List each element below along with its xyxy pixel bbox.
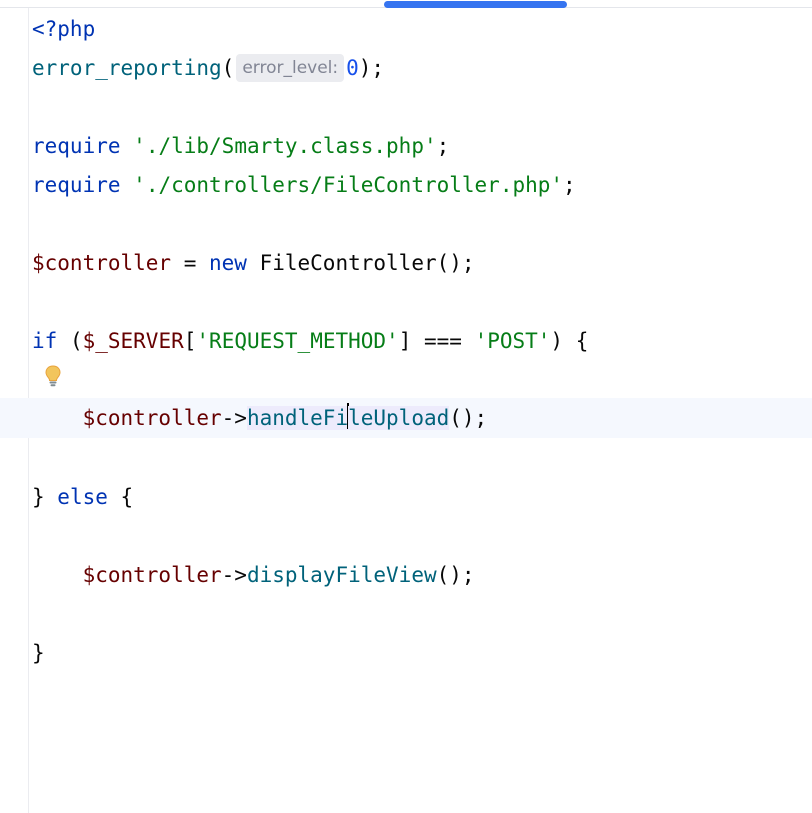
call-tail: ();	[449, 406, 488, 430]
code-line-5[interactable]: require './controllers/FileController.ph…	[32, 166, 576, 205]
code-line-15[interactable]: $controller->displayFileView();	[32, 556, 475, 595]
require-keyword: require	[32, 173, 121, 197]
paren-open: (	[221, 56, 235, 80]
block-open: {	[107, 485, 134, 509]
method-name-part-1: handleFi	[246, 406, 349, 430]
superglobal-variable: $_SERVER	[82, 329, 184, 353]
variable: $controller	[32, 251, 172, 275]
semicolon: ;	[436, 134, 450, 158]
string-literal: 'POST'	[474, 329, 551, 353]
number-literal: 0	[346, 56, 359, 80]
horizontal-scrollbar-thumb[interactable]	[384, 1, 567, 8]
variable: $controller	[82, 563, 222, 587]
code-line-9[interactable]: if ($_SERVER['REQUEST_METHOD'] === 'POST…	[32, 322, 588, 361]
method-name-part-2: leUpload	[348, 406, 450, 430]
call-tail: );	[358, 56, 385, 80]
constructor-call: FileController();	[246, 251, 475, 275]
new-keyword: new	[209, 251, 247, 275]
block-close: }	[32, 485, 58, 509]
else-keyword: else	[57, 485, 108, 509]
method-name: displayFileView	[246, 563, 437, 587]
code-line-2[interactable]: error_reporting(error_level: 0);	[32, 49, 384, 88]
code-line-17[interactable]: }	[32, 634, 45, 673]
bracket-open: [	[183, 329, 197, 353]
arrow-operator: ->	[221, 563, 247, 587]
string-literal: './lib/Smarty.class.php'	[133, 134, 437, 158]
string-literal: 'REQUEST_METHOD'	[196, 329, 399, 353]
arrow-operator: ->	[221, 406, 247, 430]
variable: $controller	[82, 406, 222, 430]
code-line-13[interactable]: } else {	[32, 478, 133, 517]
assign-operator: =	[171, 251, 210, 275]
code-line-1[interactable]: <?php	[32, 10, 95, 49]
semicolon: ;	[563, 173, 576, 197]
code-line-11[interactable]: $controller->handleFileUpload();	[32, 399, 487, 438]
php-open-tag: <?php	[32, 17, 96, 41]
block-open: ) {	[550, 329, 589, 353]
code-line-7[interactable]: $controller = new FileController();	[32, 244, 475, 283]
paren-open: (	[57, 329, 83, 353]
parameter-hint[interactable]: error_level:	[236, 54, 345, 82]
call-tail: ();	[436, 563, 475, 587]
function-name: error_reporting	[32, 56, 222, 80]
block-close: }	[32, 641, 45, 665]
require-keyword: require	[32, 134, 121, 158]
string-literal: './controllers/FileController.php'	[133, 173, 564, 197]
if-keyword: if	[32, 329, 58, 353]
code-line-4[interactable]: require './lib/Smarty.class.php';	[32, 127, 449, 166]
lightbulb-icon[interactable]	[45, 365, 61, 387]
comparison-operator: ] ===	[398, 329, 475, 353]
